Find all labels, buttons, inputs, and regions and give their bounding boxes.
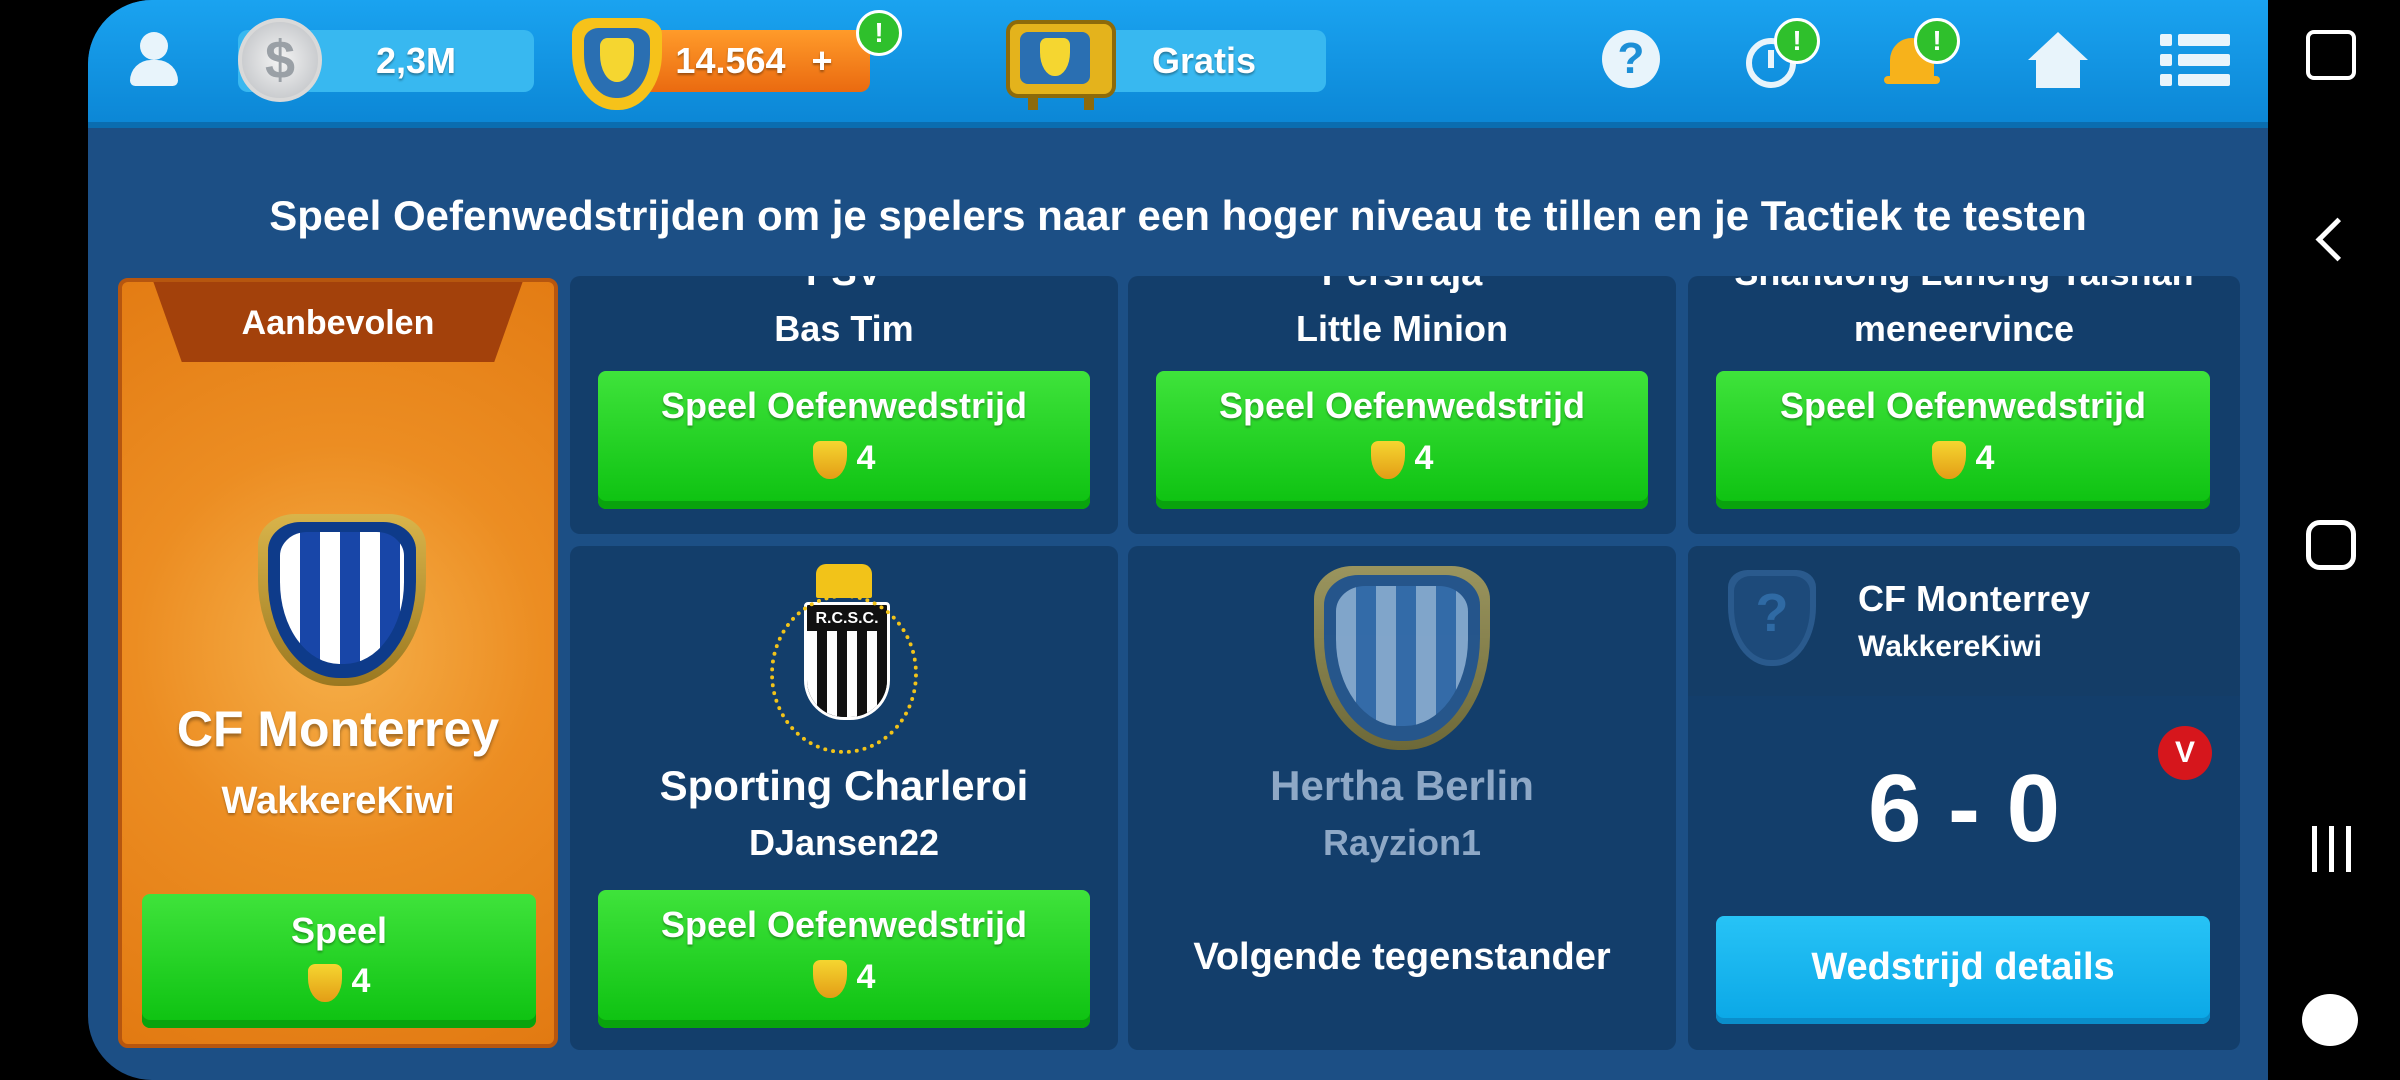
top-bar: 2,3M $ 14.564 + ! Gratis ? ! !: [88, 0, 2268, 128]
token-shield-icon: [1370, 441, 1405, 480]
club-name: Hertha Berlin: [1270, 762, 1534, 809]
club-name: Persiraja: [1128, 276, 1676, 295]
back-icon[interactable]: [2315, 217, 2360, 262]
club-name: PSV: [570, 276, 1118, 295]
play-cost: 4: [1156, 439, 1648, 480]
token-shield-icon: [307, 964, 342, 1003]
game-screen: 2,3M $ 14.564 + ! Gratis ? ! ! Aanbevole…: [88, 0, 2268, 1080]
match-result-card[interactable]: ? CF Monterrey WakkereKiwi V 6 - 0 Wedst…: [1688, 546, 2240, 1050]
help-icon[interactable]: ?: [1602, 30, 1660, 88]
play-cost: 4: [598, 958, 1090, 999]
token-shield-icon: [1931, 441, 1966, 480]
next-opponent-card[interactable]: Hertha Berlin Rayzion1 Volgende tegensta…: [1128, 546, 1676, 1050]
club-name: CF Monterrey: [1858, 578, 2091, 619]
stopwatch-alert-badge: !: [1774, 18, 1820, 64]
play-friendly-button[interactable]: Speel Oefenwedstrijd 4: [1716, 371, 2210, 509]
token-shield-icon: [812, 960, 847, 999]
page-subtitle-overlay: Speel Oefenwedstrijden om je spelers naa…: [269, 192, 2087, 239]
button-label: Speel Oefenwedstrijd: [1218, 385, 1586, 426]
play-button-label: Speel: [290, 910, 388, 951]
manager-name: Bas Tim: [774, 308, 914, 349]
play-cost: 4: [1716, 439, 2210, 480]
match-details-button[interactable]: Wedstrijd details: [1716, 916, 2210, 1024]
play-friendly-button[interactable]: Speel Oefenwedstrijd 4: [598, 371, 1090, 509]
game-tools-icon[interactable]: [2302, 994, 2358, 1046]
token-shield-icon: [572, 18, 662, 110]
match-card-persiraja[interactable]: Persiraja Little Minion Speel Oefenwedst…: [1128, 276, 1676, 534]
match-card-psv[interactable]: PSV Bas Tim Speel Oefenwedstrijd 4: [570, 276, 1118, 534]
token-shield-icon: [812, 441, 847, 480]
match-card-charleroi[interactable]: R.C.S.C. Sporting Charleroi DJansen22 Sp…: [570, 546, 1118, 1050]
button-label: Speel Oefenwedstrijd: [660, 904, 1028, 945]
button-label: Speel Oefenwedstrijd: [660, 385, 1028, 426]
manager-name: DJansen22: [748, 822, 940, 863]
manager-name: Little Minion: [1296, 308, 1508, 349]
tv-icon: [1006, 20, 1116, 112]
home-icon[interactable]: [2026, 28, 2090, 92]
unknown-crest-icon: ?: [1728, 570, 1816, 666]
play-cost: 4: [142, 962, 536, 1003]
match-details-label: Wedstrijd details: [1811, 946, 2115, 988]
featured-play-button[interactable]: Speel 4: [142, 894, 536, 1028]
featured-club-name: CF Monterrey: [176, 701, 500, 757]
manager-name: meneervince: [1853, 308, 2075, 349]
play-friendly-button[interactable]: Speel Oefenwedstrijd 4: [1156, 371, 1648, 509]
play-cost: 4: [598, 439, 1090, 480]
play-friendly-button[interactable]: Speel Oefenwedstrijd 4: [598, 890, 1090, 1028]
featured-manager-name: WakkereKiwi: [221, 780, 455, 822]
profile-icon[interactable]: [124, 28, 184, 90]
featured-card[interactable]: Aanbevolen CF Monterrey WakkereKiwi Spee…: [118, 278, 558, 1048]
system-nav-bar: [2268, 0, 2400, 1080]
menu-icon[interactable]: [2160, 28, 2230, 92]
ribbon-label: Aanbevolen: [241, 304, 435, 342]
recents-icon[interactable]: [2312, 826, 2352, 872]
add-tokens-button[interactable]: +: [812, 40, 833, 82]
club-name: Sporting Charleroi: [659, 762, 1029, 809]
score: 6 - 0: [1867, 755, 2061, 862]
match-card-shandong[interactable]: Shandong Luneng Taishan meneervince Spee…: [1688, 276, 2240, 534]
gamepad-lock-icon[interactable]: [2306, 30, 2356, 80]
next-opponent-label: Volgende tegenstander: [1193, 936, 1611, 978]
manager-name: WakkereKiwi: [1858, 630, 2042, 663]
home-circle-icon[interactable]: [2306, 520, 2356, 570]
unknown-mark: ?: [1755, 583, 1789, 643]
button-label: Speel Oefenwedstrijd: [1779, 385, 2147, 426]
coin-icon: $: [238, 18, 322, 102]
club-name: Shandong Luneng Taishan: [1688, 276, 2240, 294]
manager-name: Rayzion1: [1322, 822, 1482, 863]
tv-label: Gratis: [1151, 40, 1257, 81]
monterrey-crest-icon: [258, 514, 426, 686]
coins-value: 2,3M: [375, 40, 457, 81]
bell-alert-badge: !: [1914, 18, 1960, 64]
hertha-crest-icon: [1314, 566, 1490, 750]
charleroi-crest-icon: R.C.S.C.: [770, 564, 918, 754]
tokens-alert-badge: !: [856, 10, 902, 56]
tokens-value: 14.564: [675, 40, 786, 81]
